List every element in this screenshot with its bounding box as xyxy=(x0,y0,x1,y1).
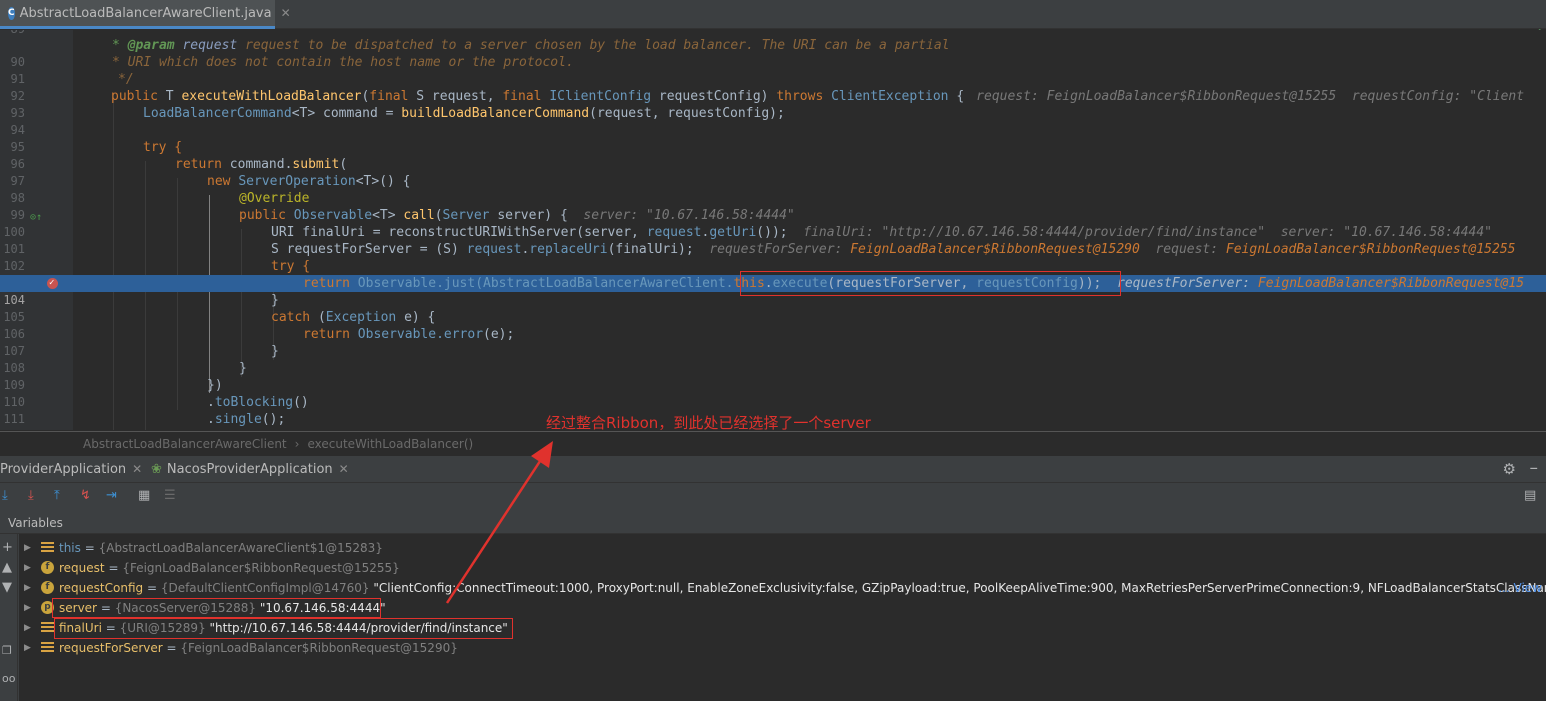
variables-header: Variables xyxy=(0,512,1546,534)
breakpoint-icon[interactable] xyxy=(47,275,58,292)
evaluate-expression-icon[interactable]: ▦ xyxy=(138,488,150,503)
code-line: 102 S requestForServer = (S) request.rep… xyxy=(3,242,1516,273)
arrow-up-icon[interactable]: ▲ xyxy=(2,560,12,575)
view-link[interactable]: ... View xyxy=(1498,578,1542,598)
code-line: 110 }) xyxy=(3,378,223,409)
editor-tab[interactable]: C AbstractLoadBalancerAwareClient.java ✕ xyxy=(0,0,291,29)
variable-row[interactable]: ▶ f request = {FeignLoadBalancer$RibbonR… xyxy=(19,558,1546,578)
variable-icon xyxy=(41,542,54,553)
minimize-icon[interactable]: – xyxy=(1530,458,1539,478)
expand-icon[interactable]: ▶ xyxy=(24,618,31,638)
variable-icon xyxy=(41,622,54,633)
tab-nacos-provider-application[interactable]: ❀ NacosProviderApplication ✕ xyxy=(151,456,349,483)
expand-icon[interactable]: ▶ xyxy=(24,538,31,558)
highlight-box-final-uri xyxy=(54,618,513,639)
variables-side-toolbar: + ▲ ▼ ❐ oo xyxy=(0,534,18,701)
code-line: 94 LoadBalancerCommand<T> command = buil… xyxy=(10,106,785,137)
java-class-icon: C xyxy=(8,6,15,20)
close-icon[interactable]: ✕ xyxy=(339,462,349,476)
code-line: 90 * @param request request to be dispat… xyxy=(10,38,950,69)
drop-frame-icon[interactable]: ↯ xyxy=(80,488,91,503)
debug-panel: ProviderApplication ✕ ❀ NacosProviderAppli… xyxy=(0,456,1546,701)
annotation-text: 经过整合Ribbon，到此处已经选择了一个server xyxy=(546,414,871,432)
trace-icon[interactable]: ☰ xyxy=(164,488,176,503)
variable-row[interactable]: ▶ requestForServer = {FeignLoadBalancer$… xyxy=(19,638,1546,658)
expand-icon[interactable]: ▶ xyxy=(24,638,31,658)
breadcrumb-item[interactable]: AbstractLoadBalancerAwareClient xyxy=(83,437,287,451)
field-icon: f xyxy=(41,581,54,594)
code-line: 92 */ xyxy=(10,72,134,103)
add-watch-icon[interactable]: + xyxy=(2,540,13,555)
highlight-box-server xyxy=(52,598,381,618)
code-line: 108 } xyxy=(3,344,279,375)
step-out-icon[interactable]: ⤒ xyxy=(54,488,60,503)
variables-tree: ▶ this = {AbstractLoadBalancerAwareClien… xyxy=(19,534,1546,701)
spring-boot-icon: ❀ xyxy=(151,462,162,477)
gear-icon[interactable]: ⚙ xyxy=(1503,460,1516,478)
breadcrumb: AbstractLoadBalancerAwareClient › executeW… xyxy=(0,431,1546,456)
code-line: 93 public T executeWithLoadBalancer(fina… xyxy=(10,89,1525,120)
code-line: 106 catch (Exception e) { xyxy=(3,310,436,341)
code-line: 107 return Observable.error(e); xyxy=(3,327,515,358)
close-icon[interactable]: ✕ xyxy=(281,6,291,20)
code-editor[interactable]: 89 90 * @param request request to be dis… xyxy=(0,30,1546,430)
step-into-icon[interactable]: ⤓ xyxy=(28,488,34,503)
layout-icon[interactable]: ▤ xyxy=(1524,488,1536,503)
expand-icon[interactable]: ▶ xyxy=(24,558,31,578)
code-line: 91 * URI which does not contain the host… xyxy=(10,55,574,86)
chevron-right-icon: › xyxy=(294,437,300,451)
expand-icon[interactable]: ▶ xyxy=(24,598,31,618)
expand-icon[interactable]: ▶ xyxy=(24,578,31,598)
debug-toolbar: ⤓ ⤓ ⤒ ↯ ⇥ ▦ ☰ ▤ xyxy=(0,484,1546,510)
arrow-down-icon[interactable]: ▼ xyxy=(2,580,12,595)
code-line: 99 @Override xyxy=(10,191,310,222)
editor-tab-title: AbstractLoadBalancerAwareClient.java xyxy=(19,5,272,21)
watches-icon[interactable]: oo xyxy=(2,672,15,685)
variable-row[interactable]: ▶ f requestConfig = {DefaultClientConfig… xyxy=(19,578,1546,598)
code-line: 98 new ServerOperation<T>() { xyxy=(10,174,411,205)
code-line: 101 URI finalUri = reconstructURIWithSer… xyxy=(3,225,1493,256)
run-to-cursor-icon[interactable]: ⇥ xyxy=(106,488,117,503)
debug-tabs: ProviderApplication ✕ ❀ NacosProviderAppli… xyxy=(0,456,1546,483)
code-line: 95 xyxy=(10,140,25,154)
step-over-icon[interactable]: ⤓ xyxy=(2,488,8,503)
field-icon: f xyxy=(41,561,54,574)
variable-row[interactable]: ▶ this = {AbstractLoadBalancerAwareClien… xyxy=(19,538,1546,558)
code-line: 111 .toBlocking() xyxy=(3,395,309,426)
breadcrumb-item[interactable]: executeWithLoadBalancer() xyxy=(307,437,473,451)
code-line: 100 ⊙↑ public Observable<T> call(Server … xyxy=(3,208,795,239)
code-line: 96 try { xyxy=(10,140,183,171)
tab-provider-application[interactable]: ProviderApplication ✕ xyxy=(0,456,142,483)
copy-icon[interactable]: ❐ xyxy=(2,644,12,657)
code-line: 109 } xyxy=(3,361,247,392)
code-line: 105 } xyxy=(3,293,279,324)
editor-tab-bar: C AbstractLoadBalancerAwareClient.java ✕… xyxy=(0,0,1546,42)
code-line: 97 return command.submit( xyxy=(10,157,348,188)
close-icon[interactable]: ✕ xyxy=(132,462,142,476)
variable-icon xyxy=(41,642,54,653)
